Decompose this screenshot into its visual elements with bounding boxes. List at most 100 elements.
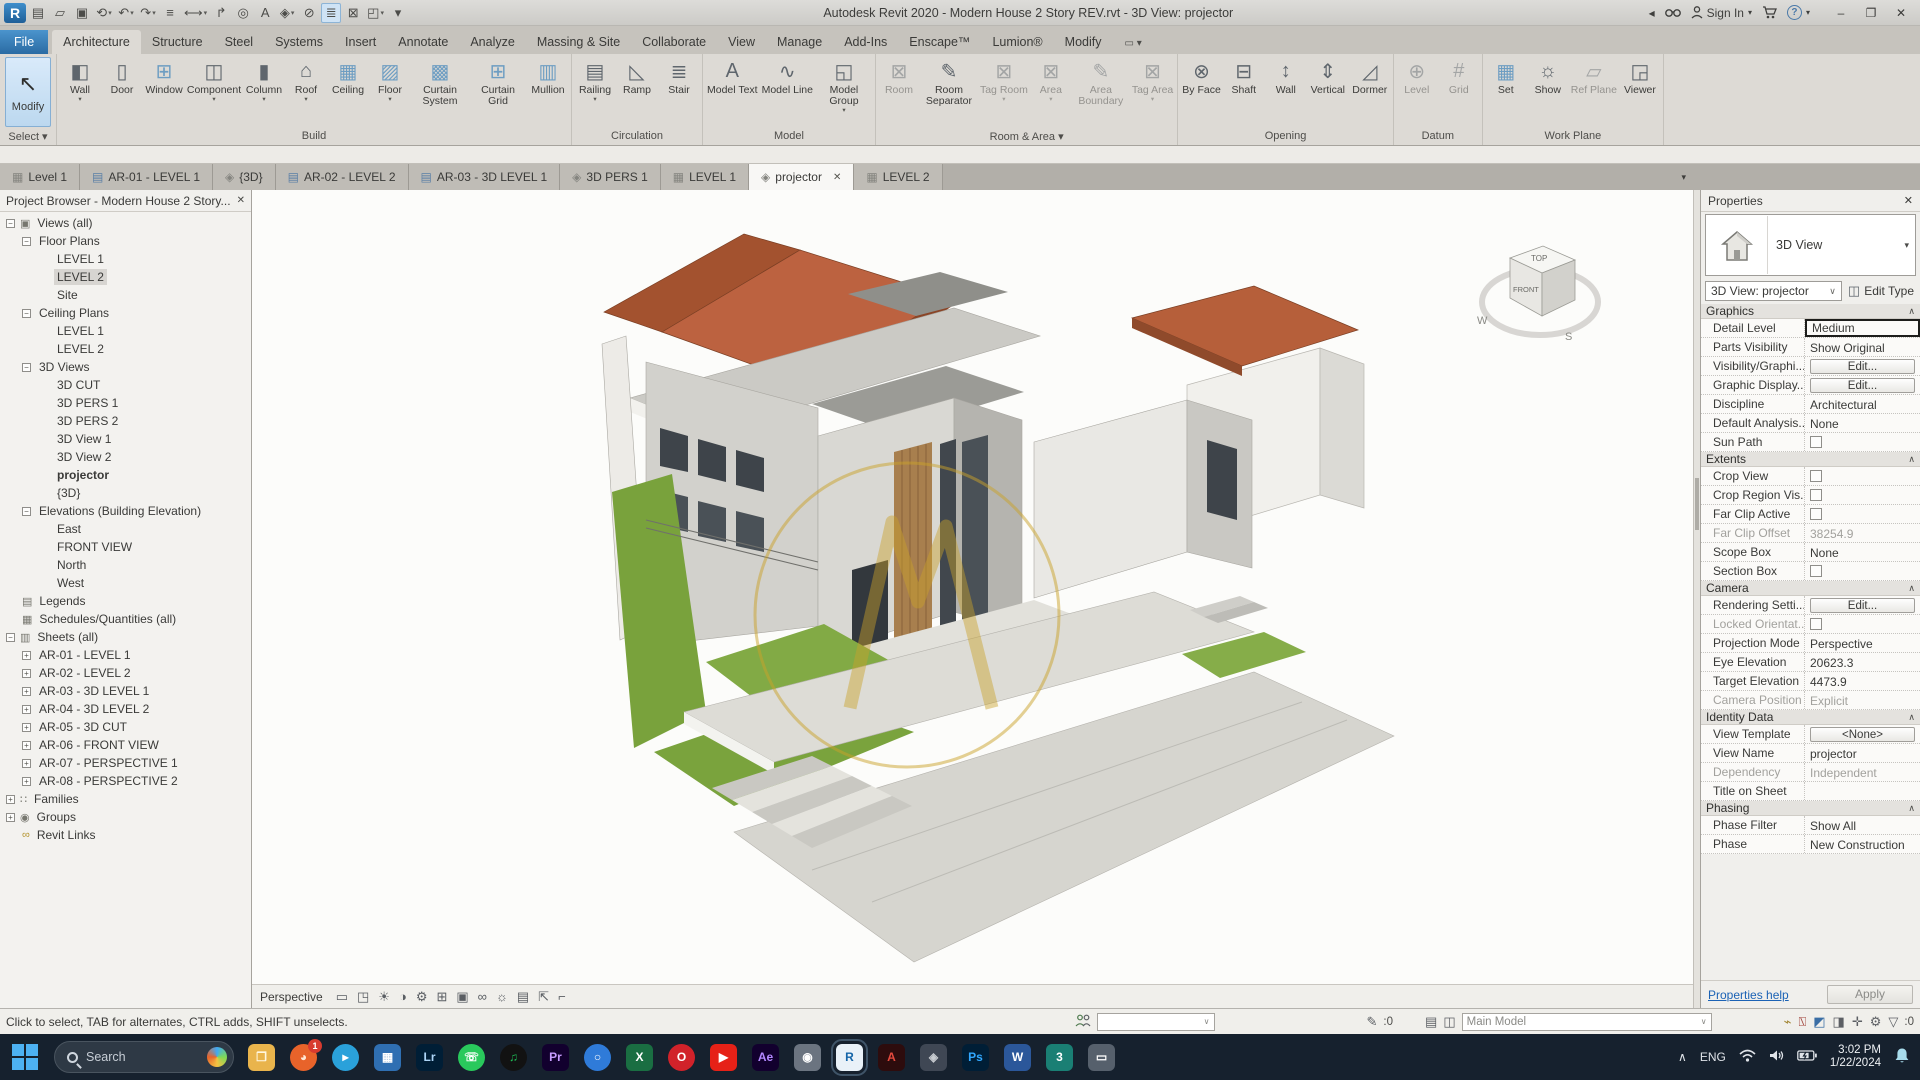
property-value-title-on-sheet[interactable] — [1805, 782, 1920, 800]
property-value-camera-position[interactable]: Explicit — [1805, 691, 1920, 709]
taskbar-app-word[interactable]: W — [1004, 1043, 1031, 1071]
tree-item-ar-04-3d-level-2[interactable]: + AR-04 - 3D LEVEL 2 — [0, 700, 251, 718]
revit-logo-icon[interactable]: R — [4, 2, 26, 23]
section-phasing[interactable]: Phasing ∧ — [1701, 801, 1920, 816]
design-options-icon[interactable]: ▤ — [1425, 1014, 1437, 1030]
taskbar-app-browser-orange[interactable]: ◕ 1 — [290, 1038, 322, 1071]
curtain-grid-button[interactable]: ⊞ Curtain Grid — [469, 55, 527, 107]
instance-selector[interactable]: 3D View: projector ∨ — [1705, 281, 1842, 301]
tab-collaborate[interactable]: Collaborate — [631, 30, 717, 54]
floor-button[interactable]: ▨ Floor ▾ — [369, 55, 411, 104]
restore-button[interactable]: ❐ — [1858, 3, 1884, 23]
collapse-icon[interactable]: − — [22, 236, 31, 246]
property-value-target-elevation[interactable]: 4473.9 — [1805, 672, 1920, 690]
tree-item-ceiling-plans[interactable]: − Ceiling Plans — [0, 304, 251, 322]
worksets-icon[interactable] — [1075, 1014, 1091, 1030]
taskbar-app-revit[interactable]: R — [831, 1038, 868, 1076]
viewer-button[interactable]: ◲ Viewer — [1619, 55, 1661, 96]
select-underlay-icon[interactable]: ⍂ — [1798, 1014, 1806, 1030]
tree-item-ar-06-front-view[interactable]: + AR-06 - FRONT VIEW — [0, 736, 251, 754]
tab-structure[interactable]: Structure — [141, 30, 214, 54]
hidden-icons-chevron[interactable]: ∧ — [1678, 1050, 1687, 1064]
property-value-section-box[interactable] — [1805, 562, 1920, 580]
tree-item-east[interactable]: East — [0, 520, 251, 538]
selection-filter-icon[interactable]: ▽ — [1888, 1014, 1898, 1030]
tree-item-3d-view-2[interactable]: 3D View 2 — [0, 448, 251, 466]
canvas-properties-splitter[interactable] — [1693, 190, 1700, 1008]
expand-icon[interactable]: + — [22, 668, 31, 678]
property-value-phase[interactable]: New Construction — [1805, 835, 1920, 853]
sign-in-button[interactable]: Sign In ▾ — [1691, 6, 1752, 20]
tree-item-elevations-building-elevation[interactable]: − Elevations (Building Elevation) — [0, 502, 251, 520]
select-links-icon[interactable]: ⌁ — [1784, 1014, 1792, 1030]
taskbar-app-telegram[interactable]: ▸ — [332, 1043, 359, 1071]
battery-icon[interactable] — [1796, 1050, 1817, 1064]
section-extents[interactable]: Extents ∧ — [1701, 452, 1920, 467]
minimize-button[interactable]: – — [1828, 3, 1854, 23]
tree-item-level-1[interactable]: LEVEL 1 — [0, 250, 251, 268]
tree-item-projector[interactable]: projector — [0, 466, 251, 484]
circulation-panel-label[interactable]: Circulation — [574, 129, 700, 145]
view-tab-3d[interactable]: ◈ {3D} — [213, 164, 276, 190]
component-button[interactable]: ◫ Component ▾ — [185, 55, 243, 104]
taskbar-app-premiere-pro[interactable]: Pr — [542, 1043, 569, 1071]
tree-item-ar-05-3d-cut[interactable]: + AR-05 - 3D CUT — [0, 718, 251, 736]
wall-button[interactable]: ↕ Wall — [1265, 55, 1307, 96]
model-line-button[interactable]: ∿ Model Line — [760, 55, 815, 96]
open-icon[interactable]: ▱ — [50, 3, 70, 23]
mullion-button[interactable]: ▥ Mullion — [527, 55, 569, 96]
expand-icon[interactable]: + — [6, 812, 15, 822]
expand-icon[interactable]: + — [22, 776, 31, 786]
tree-item-3d-view-1[interactable]: 3D View 1 — [0, 430, 251, 448]
property-value-detail-level[interactable]: Medium — [1805, 319, 1920, 337]
ceiling-button[interactable]: ▦ Ceiling — [327, 55, 369, 96]
tree-item-3d-pers-1[interactable]: 3D PERS 1 — [0, 394, 251, 412]
tree-item-families[interactable]: + ∷ Families — [0, 790, 251, 808]
stair-button[interactable]: ≣ Stair — [658, 55, 700, 96]
save-icon[interactable]: ▣ — [72, 3, 92, 23]
tree-item-site[interactable]: Site — [0, 286, 251, 304]
checkbox[interactable] — [1810, 508, 1822, 520]
property-value-default-analysis[interactable]: None — [1805, 414, 1920, 432]
checkbox[interactable] — [1810, 565, 1822, 577]
volume-icon[interactable] — [1769, 1049, 1784, 1065]
taskbar-app-photoshop[interactable]: Ps — [962, 1043, 989, 1071]
tab-add-ins[interactable]: Add-Ins — [833, 30, 898, 54]
model-3d-viewport[interactable]: W S TOP FRONT Perspective ▭ ◳ ☀ ◑ ⚙ ⊞ ▣ ∞ ☼ ▤ ⇱ ⌐ — [252, 190, 1693, 1008]
select-pinned-icon[interactable]: ◩ — [1813, 1014, 1825, 1030]
checkbox[interactable] — [1810, 470, 1822, 482]
taskbar-app-after-effects[interactable]: Ae — [752, 1043, 779, 1071]
taskbar-app-youtube[interactable]: ▶ — [710, 1043, 737, 1071]
customize-qat-icon[interactable]: ▾ — [388, 3, 408, 23]
tab-lumion[interactable]: Lumion® — [981, 30, 1053, 54]
collapse-icon[interactable]: − — [22, 506, 31, 516]
properties-toggle-icon[interactable]: ▤ — [28, 3, 48, 23]
property-value-dependency[interactable]: Independent — [1805, 763, 1920, 781]
language-indicator[interactable]: ENG — [1700, 1050, 1726, 1064]
taskbar-app-spotify[interactable]: ♫ — [500, 1043, 527, 1071]
checkbox[interactable] — [1810, 489, 1822, 501]
section-identity-data[interactable]: Identity Data ∧ — [1701, 710, 1920, 725]
tab-file[interactable]: File — [0, 30, 49, 54]
section-icon[interactable]: ⊘ — [299, 3, 319, 23]
tree-item-3d-views[interactable]: −3D Views — [0, 358, 251, 376]
section-camera[interactable]: Camera ∧ — [1701, 581, 1920, 596]
collapse-icon[interactable]: − — [6, 632, 15, 642]
taskbar-app-3ds-max[interactable]: 3 — [1046, 1043, 1073, 1071]
checkbox[interactable] — [1810, 436, 1822, 448]
taskbar-app-lightroom-classic[interactable]: Lr — [416, 1043, 443, 1071]
roof-button[interactable]: ⌂ Roof ▾ — [285, 55, 327, 104]
tree-item-level-1[interactable]: LEVEL 1 — [0, 322, 251, 340]
property-value-graphic-display[interactable]: Edit... — [1805, 376, 1920, 394]
displaced-elements-icon[interactable]: ⇱ — [538, 989, 549, 1005]
default-3d-view-icon[interactable]: ◈ ▾ — [277, 3, 297, 23]
view-tab-ar-03-3d-level-1[interactable]: ▤ AR-03 - 3D LEVEL 1 — [408, 164, 561, 190]
undo-icon[interactable]: ↶ ▾ — [116, 3, 136, 23]
tab-enscape[interactable]: Enscape™ — [898, 30, 981, 54]
expand-icon[interactable]: + — [22, 758, 31, 768]
expand-icon[interactable]: + — [22, 704, 31, 714]
vertical-button[interactable]: ⇕ Vertical — [1307, 55, 1349, 96]
tree-item-groups[interactable]: + ◉ Groups — [0, 808, 251, 826]
door-button[interactable]: ▯ Door — [101, 55, 143, 96]
exclude-options-icon[interactable]: ◫ — [1443, 1014, 1455, 1030]
